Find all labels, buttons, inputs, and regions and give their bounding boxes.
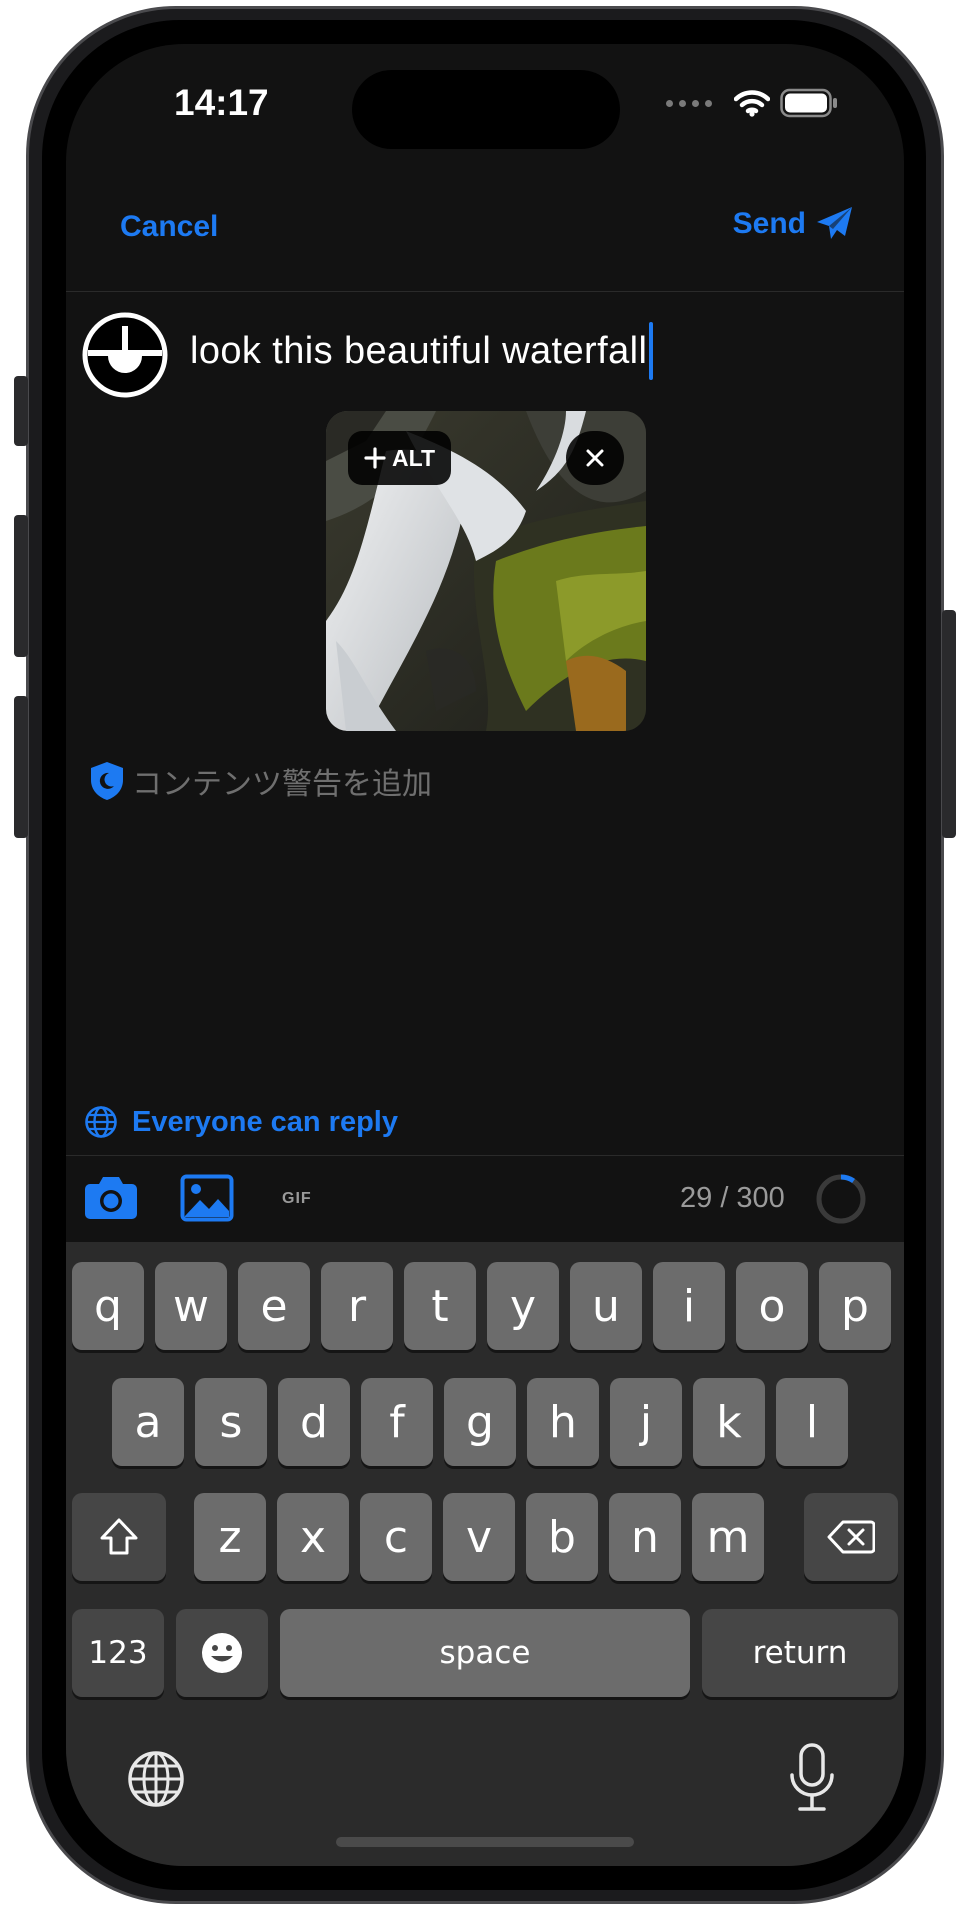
reply-setting-label: Everyone can reply: [132, 1105, 398, 1138]
key[interactable]: h: [527, 1378, 599, 1466]
key[interactable]: j: [610, 1378, 682, 1466]
backspace-icon: [827, 1520, 875, 1554]
compose-text: look this beautiful waterfall: [190, 329, 648, 372]
return-key[interactable]: return: [702, 1609, 898, 1697]
character-progress-ring: [816, 1174, 866, 1224]
key[interactable]: f: [361, 1378, 433, 1466]
key[interactable]: u: [570, 1262, 642, 1350]
key[interactable]: o: [736, 1262, 808, 1350]
camera-icon[interactable]: [84, 1174, 138, 1220]
shift-arrow-icon: [100, 1518, 138, 1555]
status-time: 14:17: [174, 82, 269, 123]
numbers-key[interactable]: 123: [72, 1609, 164, 1697]
shield-moon-icon: [91, 762, 123, 800]
power-button: [942, 610, 956, 838]
volume-up-button: [14, 515, 28, 657]
key[interactable]: y: [487, 1262, 559, 1350]
signal-dots-icon: [666, 99, 712, 107]
status-icons: [666, 88, 838, 118]
space-key[interactable]: space: [280, 1609, 690, 1697]
content-warning-button[interactable]: コンテンツ警告を追加: [88, 759, 432, 803]
key[interactable]: d: [278, 1378, 350, 1466]
media-attachment[interactable]: ALT: [326, 411, 646, 731]
key[interactable]: t: [404, 1262, 476, 1350]
delete-key[interactable]: [804, 1493, 898, 1581]
key[interactable]: s: [195, 1378, 267, 1466]
globe-icon: [85, 1106, 117, 1138]
key[interactable]: x: [277, 1493, 349, 1581]
avatar[interactable]: [82, 312, 168, 398]
key[interactable]: i: [653, 1262, 725, 1350]
keyboard: qwertyuiop asdfghjkl zxcvbnm 123 space r…: [66, 1242, 904, 1866]
volume-down-button: [14, 696, 28, 838]
dynamic-island: [352, 70, 620, 149]
reply-setting-button[interactable]: Everyone can reply: [84, 1105, 398, 1139]
key[interactable]: k: [693, 1378, 765, 1466]
key[interactable]: v: [443, 1493, 515, 1581]
key[interactable]: m: [692, 1493, 764, 1581]
key[interactable]: e: [238, 1262, 310, 1350]
key[interactable]: l: [776, 1378, 848, 1466]
plus-icon: [364, 447, 386, 469]
screen: 14:17 Cancel Send look this beautiful wa…: [66, 44, 904, 1866]
microphone-icon[interactable]: [788, 1742, 836, 1814]
shift-key[interactable]: [72, 1493, 166, 1581]
wifi-icon: [734, 90, 770, 117]
home-indicator: [336, 1837, 634, 1847]
emoji-key[interactable]: [176, 1609, 268, 1697]
character-count: 29 / 300: [680, 1182, 785, 1214]
key[interactable]: r: [321, 1262, 393, 1350]
add-alt-text-button[interactable]: ALT: [348, 431, 452, 485]
alt-label: ALT: [392, 444, 436, 471]
key[interactable]: c: [360, 1493, 432, 1581]
image-icon[interactable]: [180, 1174, 234, 1222]
key[interactable]: n: [609, 1493, 681, 1581]
key[interactable]: z: [194, 1493, 266, 1581]
key[interactable]: q: [72, 1262, 144, 1350]
key[interactable]: a: [112, 1378, 184, 1466]
cancel-button[interactable]: Cancel: [120, 210, 218, 244]
globe-keyboard-icon[interactable]: [126, 1749, 186, 1809]
content-warning-label: コンテンツ警告を追加: [132, 768, 432, 801]
key[interactable]: b: [526, 1493, 598, 1581]
send-label: Send: [732, 207, 806, 240]
send-button[interactable]: Send: [733, 206, 854, 242]
text-caret: [649, 322, 654, 380]
compose-toolbar: GIF 29 / 300: [66, 1156, 904, 1242]
paper-plane-icon: [817, 207, 852, 239]
remove-media-button[interactable]: [566, 431, 624, 485]
close-icon: [586, 449, 604, 467]
compose-input[interactable]: look this beautiful waterfall: [190, 322, 654, 380]
action-button: [14, 376, 28, 446]
key[interactable]: w: [155, 1262, 227, 1350]
key[interactable]: p: [819, 1262, 891, 1350]
nav-divider: [66, 291, 904, 292]
key[interactable]: g: [444, 1378, 516, 1466]
battery-icon: [780, 88, 837, 118]
gif-button[interactable]: GIF: [282, 1190, 312, 1208]
emoji-icon: [202, 1633, 242, 1673]
